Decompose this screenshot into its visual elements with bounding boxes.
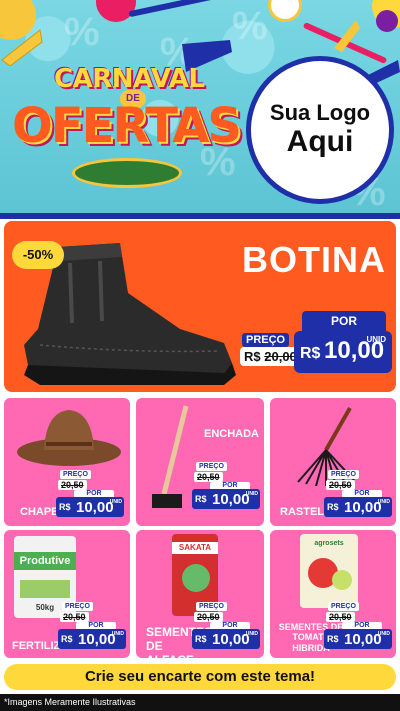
preco-label: PREÇO: [62, 602, 93, 611]
new-price-value: 10,00: [344, 631, 382, 648]
new-price: R$ 10,00 UNID: [192, 629, 260, 649]
old-price-value: 20,50: [329, 480, 352, 490]
unit-label: UNID: [245, 631, 258, 637]
product-price-tag: PREÇO 20,50 POR R$ 10,00 UNID: [324, 470, 392, 517]
product-card-enchada[interactable]: ENCHADA PREÇO 20,50 POR R$ 10,00 UNID: [136, 398, 264, 526]
carnaval-ofertas-logo: CARNAVAL DE OFERTAS: [10, 60, 242, 190]
confetti-balloon-icon: [376, 10, 398, 32]
old-price-value: 20,00: [264, 349, 297, 364]
por-label: POR: [342, 490, 382, 497]
fertilizer-brand: Produtive: [14, 552, 76, 570]
logo-title-bottom: OFERTAS: [12, 98, 242, 154]
unit-label: UNID: [377, 499, 390, 505]
brand-logo-line1: Sua Logo: [269, 100, 371, 126]
percent-pattern: %: [232, 4, 268, 48]
old-price: 20,50: [326, 612, 355, 622]
old-price-prefix: R$: [244, 349, 261, 364]
old-price: 20,50: [326, 480, 355, 490]
confetti-balloon-icon: [268, 0, 302, 22]
currency-symbol: R$: [61, 634, 73, 644]
preco-label: PREÇO: [328, 470, 359, 479]
product-price-tag: PREÇO 20,50 POR R$ 10,00 UNID: [192, 602, 260, 649]
hero-product-name: BOTINA: [242, 239, 386, 280]
product-price-tag: PREÇO 20,50 POR R$ 10,00 UNID: [192, 462, 260, 509]
create-flyer-button[interactable]: Crie seu encarte com este tema!: [4, 664, 396, 690]
new-price: R$ 10,00 UNID: [324, 497, 392, 517]
unit-label: UNID: [111, 631, 124, 637]
header-banner: % % % % % CARNAVAL DE OFERTAS Sua Logo A…: [0, 0, 400, 215]
new-price: R$ 10,00 UNID: [192, 489, 260, 509]
brand-logo-placeholder[interactable]: Sua Logo Aqui: [246, 56, 394, 204]
new-price-value: 10,00: [212, 631, 250, 648]
unit-label: UNID: [109, 499, 122, 505]
old-price-value: 20,50: [329, 612, 352, 622]
product-card-fertilizantes[interactable]: Produtive 50kg FERTILIZANTES PREÇO 20,50…: [4, 530, 130, 658]
new-price-value: 10,00: [76, 499, 114, 516]
tomato-seed-pack-image: agrosets: [300, 534, 358, 608]
hoe-product-image: [152, 405, 189, 508]
currency-symbol: R$: [59, 502, 71, 512]
old-price: 20,50: [58, 480, 87, 490]
old-price: R$ 20,00: [240, 347, 301, 366]
product-card-chapeu[interactable]: CHAPEU PREÇO 20,50 POR R$ 10,00 UNID: [4, 398, 130, 526]
por-label: POR: [210, 482, 250, 489]
product-price-tag: PREÇO 20,50 POR R$ 10,00 UNID: [58, 602, 126, 649]
preco-label: PREÇO: [196, 602, 227, 611]
unit-label: UNID: [245, 491, 258, 497]
new-price: R$ 10,00 UNID: [324, 629, 392, 649]
divider-strip: [0, 213, 400, 219]
old-price-value: 20,50: [61, 480, 84, 490]
product-card-sementes-alface[interactable]: SAKATA SEMENTES DE ALFACE PREÇO 20,50 PO…: [136, 530, 264, 658]
old-price: 20,50: [60, 612, 89, 622]
old-price: 20,50: [194, 612, 223, 622]
old-price-value: 20,50: [197, 472, 220, 482]
streamer-icon: [128, 0, 218, 18]
tomato-brand: agrosets: [314, 540, 344, 547]
product-price-tag: PREÇO 20,50 POR R$ 10,00 UNID: [324, 602, 392, 649]
new-price: R$ 10,00 UNID: [58, 629, 126, 649]
party-horn-icon: [334, 20, 360, 52]
new-price-value: 10,00: [78, 631, 116, 648]
por-label: POR: [76, 622, 116, 629]
currency-symbol: R$: [195, 634, 207, 644]
seed-brand: SAKATA: [172, 542, 218, 554]
product-card-rastelo[interactable]: RASTELO PREÇO 20,50 POR R$ 10,00 UNID: [270, 398, 396, 526]
product-price-tag: PREÇO 20,50 POR R$ 10,00 UNID: [56, 470, 124, 517]
por-label: POR: [74, 490, 114, 497]
image-disclaimer: *Imagens Meramente Ilustrativas: [0, 694, 400, 711]
new-price: R$ 10,00 UNID: [294, 331, 392, 373]
unit-label: UNID: [377, 631, 390, 637]
currency-symbol: R$: [300, 345, 321, 362]
currency-symbol: R$: [327, 634, 339, 644]
por-label: POR: [342, 622, 382, 629]
new-price: R$ 10,00 UNID: [56, 497, 124, 517]
hat-product-image: [17, 410, 121, 466]
old-price: 20,50: [194, 472, 223, 482]
currency-symbol: R$: [195, 494, 207, 504]
hero-offer[interactable]: -50% BOTINA POR PREÇO R$ 20,00 R$ 10,00 …: [4, 221, 396, 392]
new-price-value: 10,00: [212, 491, 250, 508]
preco-label: PREÇO: [328, 602, 359, 611]
percent-pattern: %: [64, 10, 100, 54]
unit-label: UNID: [366, 335, 386, 344]
old-price-value: 20,50: [197, 612, 220, 622]
preco-label: PREÇO: [60, 470, 91, 479]
preco-label: PREÇO: [196, 462, 227, 471]
product-card-sementes-tomate[interactable]: agrosets SEMENTES DE TOMATE HIBRIDA PREÇ…: [270, 530, 396, 658]
hero-price-tag: POR PREÇO R$ 20,00 R$ 10,00 UNID: [238, 311, 393, 381]
new-price-value: 10,00: [344, 499, 382, 516]
currency-symbol: R$: [327, 502, 339, 512]
drum-icon: [72, 158, 182, 188]
product-name: ENCHADA: [204, 428, 259, 440]
preco-label: PREÇO: [242, 333, 290, 347]
brand-logo-line2: Aqui: [286, 125, 354, 159]
por-label: POR: [302, 311, 386, 331]
old-price-value: 20,50: [63, 612, 86, 622]
por-label: POR: [210, 622, 250, 629]
discount-badge: -50%: [12, 241, 64, 269]
